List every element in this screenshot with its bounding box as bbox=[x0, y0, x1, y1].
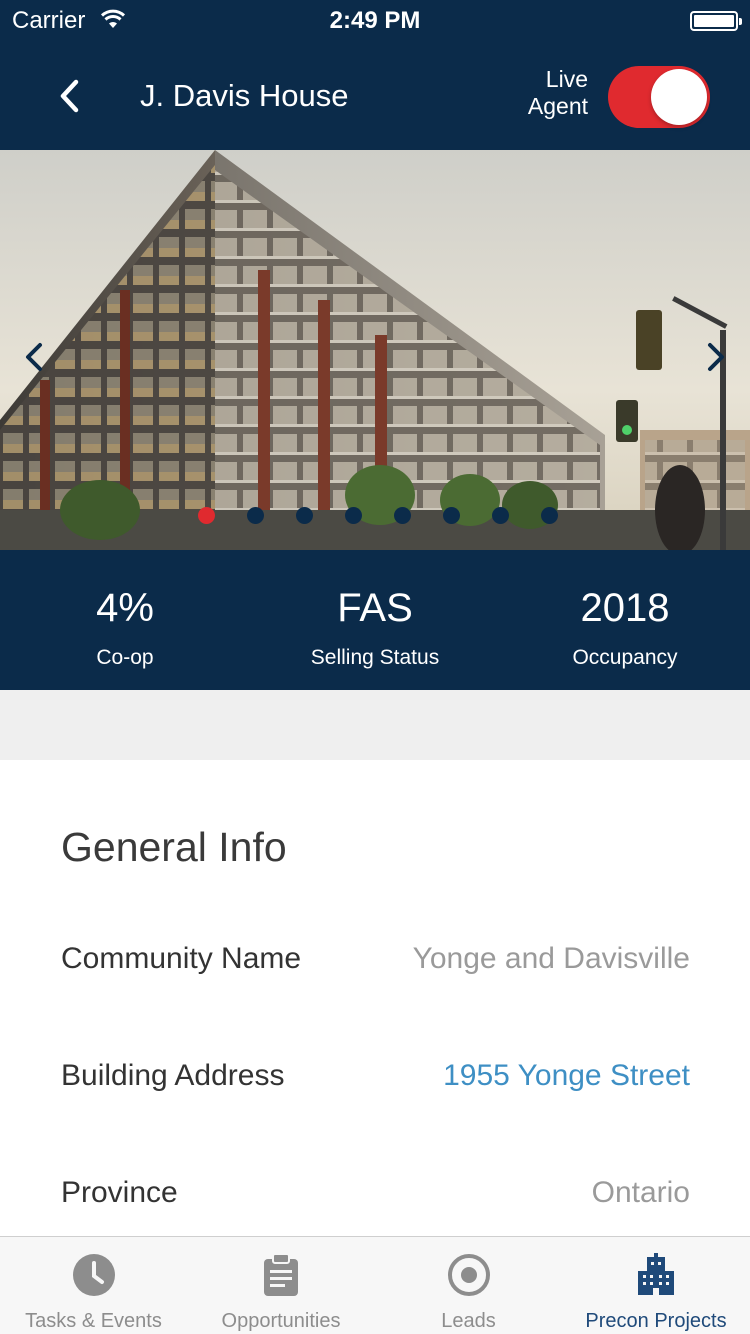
stat-value: 4% bbox=[96, 586, 154, 630]
live-agent-toggle[interactable] bbox=[608, 66, 710, 128]
tab-tasks-events[interactable]: Tasks & Events bbox=[0, 1237, 187, 1334]
carousel-dot[interactable] bbox=[443, 507, 460, 524]
building-address-link[interactable]: 1955 Yonge Street bbox=[443, 1059, 690, 1093]
tab-label: Opportunities bbox=[221, 1310, 341, 1332]
project-stats: 4% Co-op FAS Selling Status 2018 Occupan… bbox=[0, 550, 750, 690]
stat-selling-status: FAS Selling Status bbox=[250, 550, 500, 690]
carousel-dot[interactable] bbox=[394, 507, 411, 524]
carousel-next-icon[interactable] bbox=[704, 340, 728, 374]
live-agent-label-line2: Agent bbox=[527, 93, 588, 119]
stat-occupancy: 2018 Occupancy bbox=[500, 550, 750, 690]
header-bar: Carrier 2:49 PM J. Davis House Live Agen… bbox=[0, 0, 750, 150]
section-divider bbox=[0, 690, 750, 760]
battery-icon bbox=[690, 11, 742, 31]
page-title: J. Davis House bbox=[140, 78, 349, 113]
stat-label: Selling Status bbox=[310, 646, 440, 669]
tab-label: Leads bbox=[441, 1310, 496, 1332]
bottom-tab-bar: Tasks & Events Opportunities Leads Preco… bbox=[0, 1236, 750, 1334]
info-label: Community Name bbox=[61, 942, 302, 975]
tab-label: Tasks & Events bbox=[25, 1310, 162, 1332]
carousel-dot[interactable] bbox=[198, 507, 215, 524]
tab-leads[interactable]: Leads bbox=[375, 1237, 562, 1334]
tab-opportunities[interactable]: Opportunities bbox=[187, 1237, 375, 1334]
tab-precon-projects[interactable]: Precon Projects bbox=[562, 1237, 750, 1334]
carousel-dot[interactable] bbox=[492, 507, 509, 524]
carousel-page-indicator bbox=[198, 507, 558, 524]
project-image-carousel[interactable] bbox=[0, 150, 750, 550]
carousel-dot[interactable] bbox=[541, 507, 558, 524]
back-arrow-icon[interactable] bbox=[52, 76, 88, 116]
carousel-prev-icon[interactable] bbox=[22, 340, 46, 374]
info-value: Yonge and Davisville bbox=[412, 942, 690, 975]
general-info-section: General Info Community Name Yonge and Da… bbox=[0, 760, 750, 1236]
section-heading: General Info bbox=[61, 824, 287, 870]
live-agent-label-line1: Live bbox=[545, 66, 588, 92]
carousel-dot[interactable] bbox=[296, 507, 313, 524]
stat-value: FAS bbox=[337, 586, 413, 630]
live-agent-label: Live Agent bbox=[520, 66, 588, 120]
clock-icon bbox=[73, 1254, 115, 1296]
stat-label: Occupancy bbox=[572, 646, 678, 669]
clock-time: 2:49 PM bbox=[329, 7, 421, 34]
tab-label: Precon Projects bbox=[585, 1310, 727, 1332]
building-icon bbox=[638, 1253, 674, 1295]
toggle-knob bbox=[651, 69, 707, 125]
stat-value: 2018 bbox=[580, 586, 670, 630]
building-rendering-image bbox=[0, 150, 750, 550]
status-bar: Carrier 2:49 PM bbox=[0, 0, 750, 42]
stat-label: Co-op bbox=[96, 646, 154, 669]
target-icon bbox=[448, 1254, 490, 1296]
carousel-dot[interactable] bbox=[345, 507, 362, 524]
info-label: Province bbox=[61, 1176, 178, 1209]
clipboard-icon bbox=[264, 1253, 298, 1296]
info-label: Building Address bbox=[61, 1059, 285, 1092]
info-value: Ontario bbox=[591, 1176, 690, 1209]
stat-coop: 4% Co-op bbox=[0, 550, 250, 690]
carousel-dot[interactable] bbox=[247, 507, 264, 524]
